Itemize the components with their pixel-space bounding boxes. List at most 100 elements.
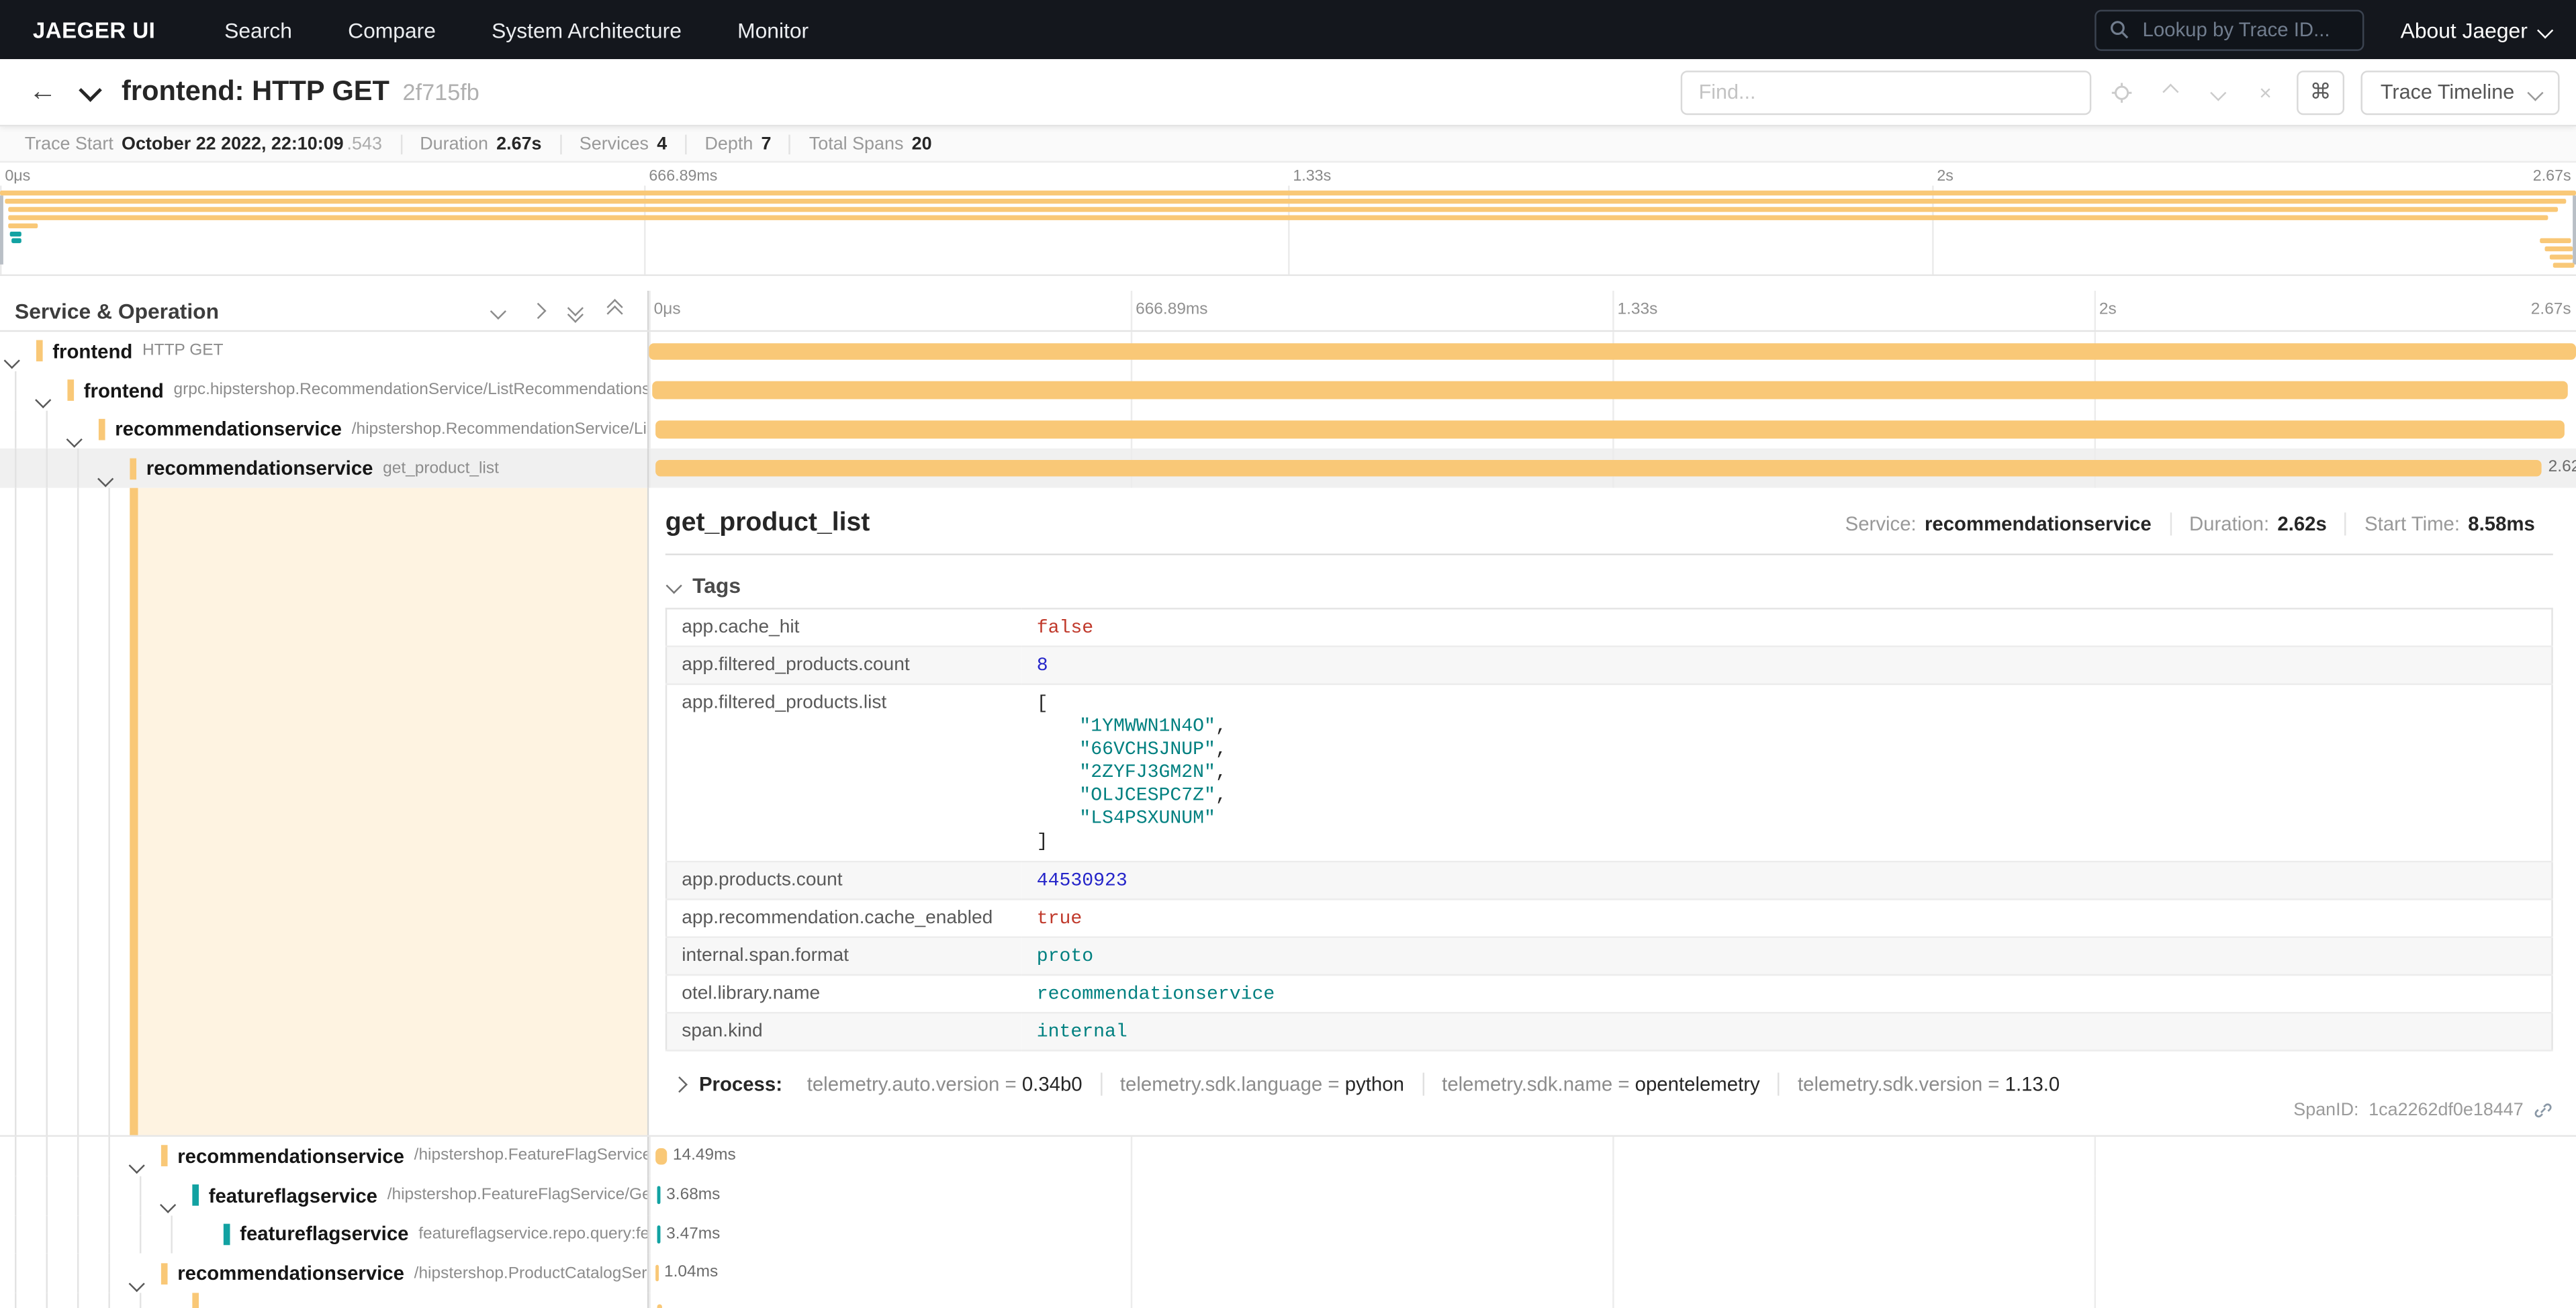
next-result-icon[interactable] — [2207, 81, 2229, 103]
span-bar[interactable] — [657, 1186, 660, 1204]
span-timeline-cell[interactable] — [649, 410, 2576, 449]
span-detail-row: get_product_list Service:recommendations… — [0, 488, 2576, 1137]
indent-guide — [77, 488, 79, 1135]
span-timeline-cell[interactable] — [649, 371, 2576, 410]
trace-minimap[interactable] — [0, 185, 2576, 276]
span-row[interactable] — [0, 1293, 2576, 1308]
span-bar[interactable] — [655, 420, 2565, 438]
span-tree-cell[interactable]: featureflagservice/hipstershop.FeatureFl… — [0, 1176, 649, 1215]
span-row[interactable]: recommendationservice/hipstershop.Featur… — [0, 1137, 2576, 1176]
chevron-down-icon[interactable] — [7, 344, 17, 371]
nav-item-search[interactable]: Search — [224, 17, 292, 42]
operation-name: get_product_list — [383, 459, 499, 477]
nav-item-system-architecture[interactable]: System Architecture — [492, 17, 682, 42]
span-row[interactable]: frontendHTTP GET — [0, 332, 2576, 371]
span-timeline-cell[interactable]: 14.49ms — [649, 1137, 2576, 1176]
indent-guide — [108, 488, 109, 1135]
span-tree-cell[interactable]: recommendationservice/hipstershop.Recomm… — [0, 410, 649, 449]
span-bar[interactable] — [653, 381, 2568, 399]
process-section-toggle[interactable]: Process: telemetry.auto.version = 0.34b0… — [665, 1073, 2553, 1096]
span-tree-cell[interactable]: frontendHTTP GET — [0, 332, 649, 371]
span-row[interactable]: recommendationservice/hipstershop.Recomm… — [0, 410, 2576, 449]
chevron-down-icon[interactable] — [69, 423, 80, 449]
service-color-strip — [224, 1223, 230, 1245]
collapse-one-icon[interactable] — [493, 305, 504, 316]
prev-result-icon[interactable] — [2159, 81, 2182, 103]
span-bar[interactable] — [655, 1264, 659, 1282]
find-input[interactable] — [1681, 70, 2092, 114]
span-row[interactable]: featureflagservice/hipstershop.FeatureFl… — [0, 1176, 2576, 1215]
tag-key: app.recommendation.cache_enabled — [666, 899, 1022, 937]
tag-row: app.filtered_products.count8 — [666, 647, 2552, 684]
trace-id-search-input[interactable] — [2140, 16, 2350, 42]
span-row[interactable]: recommendationserviceget_product_list2.6… — [0, 449, 2576, 487]
span-timeline-cell[interactable]: 3.68ms — [649, 1176, 2576, 1215]
tag-value: true — [1022, 899, 2552, 937]
tag-value: proto — [1022, 937, 2552, 975]
process-tag: telemetry.sdk.name = opentelemetry — [1422, 1073, 1778, 1096]
timeline-header: Service & Operation 0μs666.89ms1.33s2s2.… — [0, 291, 2576, 332]
chevron-down-icon[interactable] — [132, 1150, 142, 1176]
minimap-span-bar — [2552, 263, 2575, 267]
collapse-all-icon[interactable] — [570, 302, 581, 318]
trace-view-selector[interactable]: Trace Timeline — [2360, 70, 2559, 114]
back-button[interactable]: ← — [16, 74, 68, 110]
nav-item-compare[interactable]: Compare — [348, 17, 436, 42]
chevron-down-icon[interactable] — [38, 384, 48, 410]
trace-id-search[interactable] — [2095, 9, 2364, 50]
service-color-strip — [192, 1293, 199, 1308]
operation-name: grpc.hipstershop.RecommendationService/L… — [173, 381, 647, 400]
service-name: frontend — [52, 340, 132, 363]
span-timeline-cell[interactable] — [649, 332, 2576, 371]
span-tree-cell[interactable]: featureflagservicefeatureflagservice.rep… — [0, 1215, 649, 1254]
minimap-right-handle[interactable] — [2573, 195, 2576, 265]
nav-right: About Jaeger — [2095, 9, 2550, 50]
tags-section-toggle[interactable]: Tags — [669, 573, 2553, 598]
span-bar[interactable] — [655, 459, 2542, 477]
span-tree-cell[interactable] — [0, 1293, 649, 1308]
chevron-down-icon[interactable] — [100, 462, 111, 488]
service-name: recommendationservice — [177, 1145, 404, 1168]
span-row[interactable]: frontend grpc.hipstershop.RecommendationS… — [0, 371, 2576, 410]
jaeger-logo[interactable]: JAEGER UI — [33, 17, 155, 42]
trace-header-bar: ← frontend: HTTP GET 2f715fb × ⌘ Trace T… — [0, 59, 2576, 126]
about-jaeger-menu[interactable]: About Jaeger — [2401, 17, 2550, 42]
chevron-down-icon[interactable] — [163, 1188, 173, 1215]
copy-link-icon[interactable] — [2533, 1101, 2552, 1120]
span-detail-tree-column — [0, 488, 649, 1135]
indent-guide — [77, 1293, 79, 1308]
span-duration-label: 3.47ms — [666, 1225, 720, 1243]
span-timeline-cell[interactable]: 3.47ms — [649, 1215, 2576, 1254]
span-bar[interactable] — [657, 1303, 663, 1308]
span-tree-cell[interactable]: recommendationservice/hipstershop.Produc… — [0, 1254, 649, 1293]
clear-search-icon[interactable]: × — [2254, 81, 2276, 103]
keyboard-shortcuts-button[interactable]: ⌘ — [2297, 70, 2344, 114]
locate-span-icon[interactable] — [2111, 81, 2134, 103]
chevron-down-icon[interactable] — [132, 1267, 142, 1293]
span-timeline-cell[interactable]: 1.04ms — [649, 1254, 2576, 1293]
span-tree-cell[interactable]: recommendationserviceget_product_list — [0, 449, 649, 487]
span-bar[interactable] — [657, 1225, 660, 1243]
service-name: recommendationservice — [115, 418, 342, 440]
span-row[interactable]: featureflagservicefeatureflagservice.rep… — [0, 1215, 2576, 1254]
nav-item-monitor[interactable]: Monitor — [737, 17, 809, 42]
span-timeline-cell[interactable]: 2.62s — [649, 449, 2576, 487]
indent-guide — [15, 488, 16, 1135]
span-timeline-cell[interactable] — [649, 1293, 2576, 1308]
about-jaeger-label: About Jaeger — [2401, 17, 2528, 42]
tag-key: span.kind — [666, 1013, 1022, 1050]
indent-guide — [46, 1137, 48, 1176]
span-bar[interactable] — [655, 1148, 666, 1165]
span-bar[interactable] — [649, 342, 2576, 360]
tag-key: app.cache_hit — [666, 608, 1022, 646]
span-row[interactable]: recommendationservice/hipstershop.Produc… — [0, 1254, 2576, 1293]
span-tree-cell[interactable]: frontend grpc.hipstershop.RecommendationS… — [0, 371, 649, 410]
trace-collapse-toggle[interactable] — [82, 77, 98, 107]
expand-all-icon[interactable] — [608, 302, 619, 318]
service-name: frontend — [84, 379, 164, 402]
operation-name: /hipstershop.FeatureFlagService… — [414, 1148, 647, 1166]
expand-one-icon[interactable] — [531, 305, 542, 316]
indent-guide — [108, 1254, 109, 1293]
minimap-left-handle[interactable] — [0, 195, 3, 265]
span-tree-cell[interactable]: recommendationservice/hipstershop.Featur… — [0, 1137, 649, 1176]
